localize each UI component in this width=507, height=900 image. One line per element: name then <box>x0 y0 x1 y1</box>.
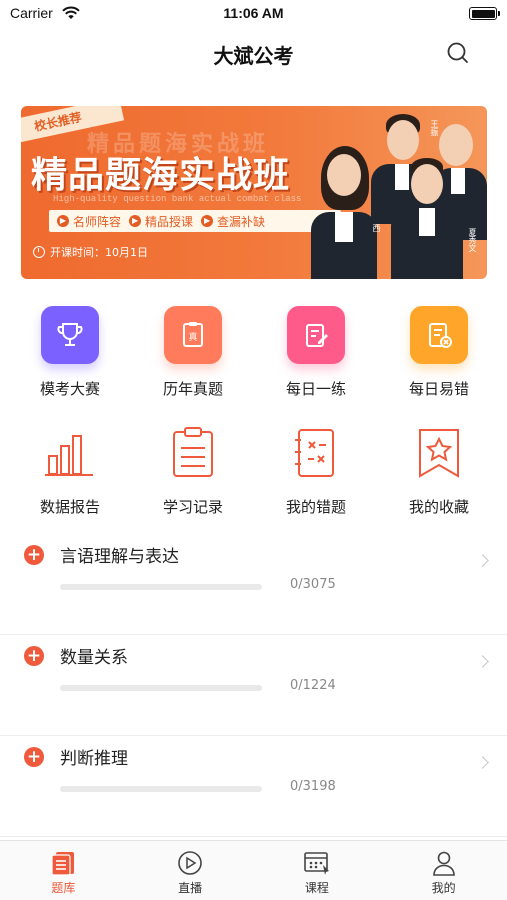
category-progress-bar <box>60 584 262 590</box>
tool-item-my-favorites[interactable]: 我的收藏 <box>389 424 489 517</box>
trophy-icon <box>41 306 99 364</box>
tab-label: 题库 <box>51 881 76 895</box>
category-count: 0/1224 <box>290 678 336 693</box>
tab-label: 课程 <box>304 881 329 895</box>
quick-item-daily-errors[interactable]: 每日易错 <box>389 306 489 399</box>
category-name: 数量关系 <box>60 648 128 668</box>
chevron-right-icon <box>476 756 489 769</box>
chevron-right-icon <box>476 554 489 567</box>
category-item[interactable]: + 判断推理 0/3198 <box>0 736 507 837</box>
tab-bar: 题库 直播 课程 我的 <box>0 840 507 900</box>
course-board-icon <box>303 849 331 877</box>
teacher-name: 夏秀文 <box>468 228 477 252</box>
quick-item-past-papers[interactable]: 真 历年真题 <box>143 306 243 399</box>
tab-question-bank[interactable]: 题库 <box>0 841 127 900</box>
category-progress-bar <box>60 685 262 691</box>
tab-label: 直播 <box>178 881 203 895</box>
tool-label: 我的错题 <box>285 498 346 516</box>
banner-tag: ▶ 精品授课 <box>129 213 193 230</box>
question-bank-icon <box>49 849 77 877</box>
teacher-photo-woman <box>309 146 379 279</box>
promo-banner[interactable]: 校长推荐 精品题海实战班 精品题海实战班 High-quality questi… <box>21 106 487 279</box>
expand-plus-icon[interactable]: + <box>24 747 44 767</box>
clock-time: 11:06 AM <box>223 5 284 21</box>
nav-bar: 大斌公考 <box>0 28 507 80</box>
bookmark-star-icon <box>410 424 468 482</box>
clock-icon <box>33 246 45 258</box>
quick-item-mock-exam[interactable]: 模考大赛 <box>20 306 120 399</box>
play-circle-icon <box>176 849 204 877</box>
category-progress-bar <box>60 786 262 792</box>
play-icon: ▶ <box>129 215 142 227</box>
quick-label: 每日易错 <box>408 380 469 398</box>
tool-label: 学习记录 <box>162 498 223 516</box>
tab-courses[interactable]: 课程 <box>254 841 381 900</box>
tab-live[interactable]: 直播 <box>127 841 254 900</box>
banner-subtitle: High-quality question bank actual combat… <box>53 194 302 204</box>
wrong-questions-icon <box>287 424 345 482</box>
tab-label: 我的 <box>431 881 456 895</box>
error-doc-icon <box>410 306 468 364</box>
expand-plus-icon[interactable]: + <box>24 646 44 666</box>
status-bar: Carrier 11:06 AM <box>0 0 507 28</box>
page-title: 大斌公考 <box>213 44 294 68</box>
tab-profile[interactable]: 我的 <box>380 841 507 900</box>
banner-date: 开课时间：10月1日 <box>33 244 148 260</box>
play-icon: ▶ <box>57 215 69 227</box>
category-item[interactable]: + 数量关系 0/1224 <box>0 635 507 736</box>
user-icon <box>430 849 458 877</box>
quick-label: 历年真题 <box>162 380 223 398</box>
chevron-right-icon <box>476 655 489 668</box>
category-name: 判断推理 <box>60 749 128 769</box>
teacher-photo-man-center <box>389 158 465 279</box>
bar-chart-icon <box>41 424 99 482</box>
category-count: 0/3198 <box>290 779 336 794</box>
exam-paper-icon: 真 <box>164 306 222 364</box>
quick-item-daily-practice[interactable]: 每日一练 <box>266 306 366 399</box>
banner-title: 精品题海实战班 <box>31 155 291 196</box>
expand-plus-icon[interactable]: + <box>24 545 44 565</box>
quick-label: 模考大赛 <box>39 380 100 398</box>
category-count: 0/3075 <box>290 577 336 592</box>
tool-label: 数据报告 <box>39 498 100 516</box>
battery-icon <box>469 7 500 20</box>
banner-tag: ▶ 查漏补缺 <box>201 213 265 230</box>
tool-item-study-record[interactable]: 学习记录 <box>143 424 243 517</box>
clipboard-icon <box>164 424 222 482</box>
daily-practice-icon <box>287 306 345 364</box>
svg-text:真: 真 <box>188 331 197 343</box>
tool-item-my-mistakes[interactable]: 我的错题 <box>266 424 366 517</box>
category-item[interactable]: + 言语理解与表达 0/3075 <box>0 534 507 635</box>
play-icon: ▶ <box>201 215 214 227</box>
tool-label: 我的收藏 <box>408 498 469 516</box>
category-name: 言语理解与表达 <box>60 547 179 567</box>
quick-label: 每日一练 <box>285 380 346 398</box>
banner-tags: ▶ 名师阵容 ▶ 精品授课 ▶ 查漏补缺 <box>49 210 341 232</box>
search-icon[interactable] <box>445 40 471 66</box>
tool-item-data-report[interactable]: 数据报告 <box>20 424 120 517</box>
banner-tag: ▶ 名师阵容 <box>57 213 121 230</box>
